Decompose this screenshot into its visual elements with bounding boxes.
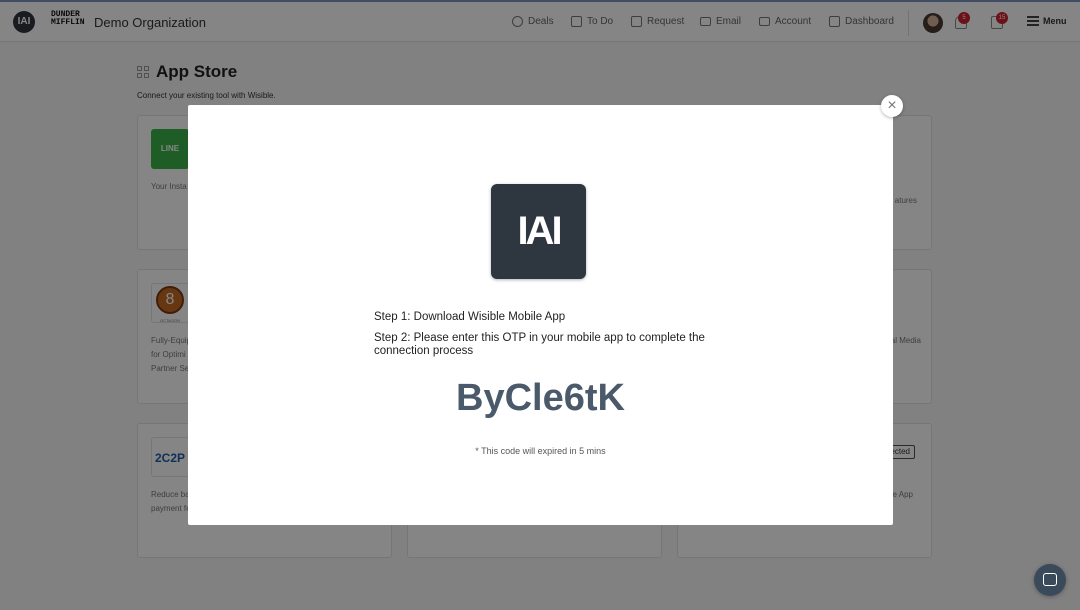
- chat-bubble-icon: [1043, 573, 1057, 586]
- otp-code: ByCle6tK: [456, 377, 625, 419]
- step-1-text: Step 1: Download Wisible Mobile App: [374, 311, 566, 323]
- wisible-logo: IAI: [491, 184, 586, 279]
- expiry-note: * This code will expired in 5 mins: [475, 446, 606, 456]
- connect-mobile-modal: IAI Step 1: Download Wisible Mobile App …: [188, 105, 893, 525]
- close-icon[interactable]: ×: [881, 95, 903, 117]
- support-chat-button[interactable]: [1034, 564, 1066, 596]
- step-2-text: Step 2: Please enter this OTP in your mo…: [374, 332, 705, 357]
